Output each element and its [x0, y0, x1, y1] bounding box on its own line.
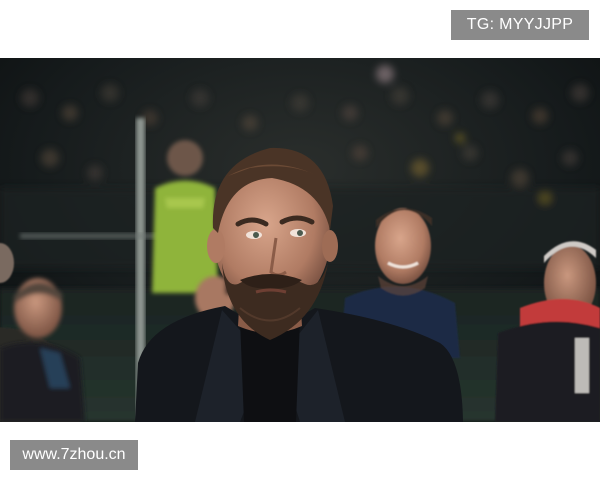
- main-photo: [0, 58, 600, 422]
- telegram-watermark: TG: MYYJJPP: [451, 10, 589, 40]
- website-watermark: www.7zhou.cn: [10, 440, 138, 470]
- railing: [20, 233, 170, 239]
- page: TG: MYYJJPP www.7zhou.cn: [0, 0, 600, 480]
- photo-illustration: [0, 58, 600, 422]
